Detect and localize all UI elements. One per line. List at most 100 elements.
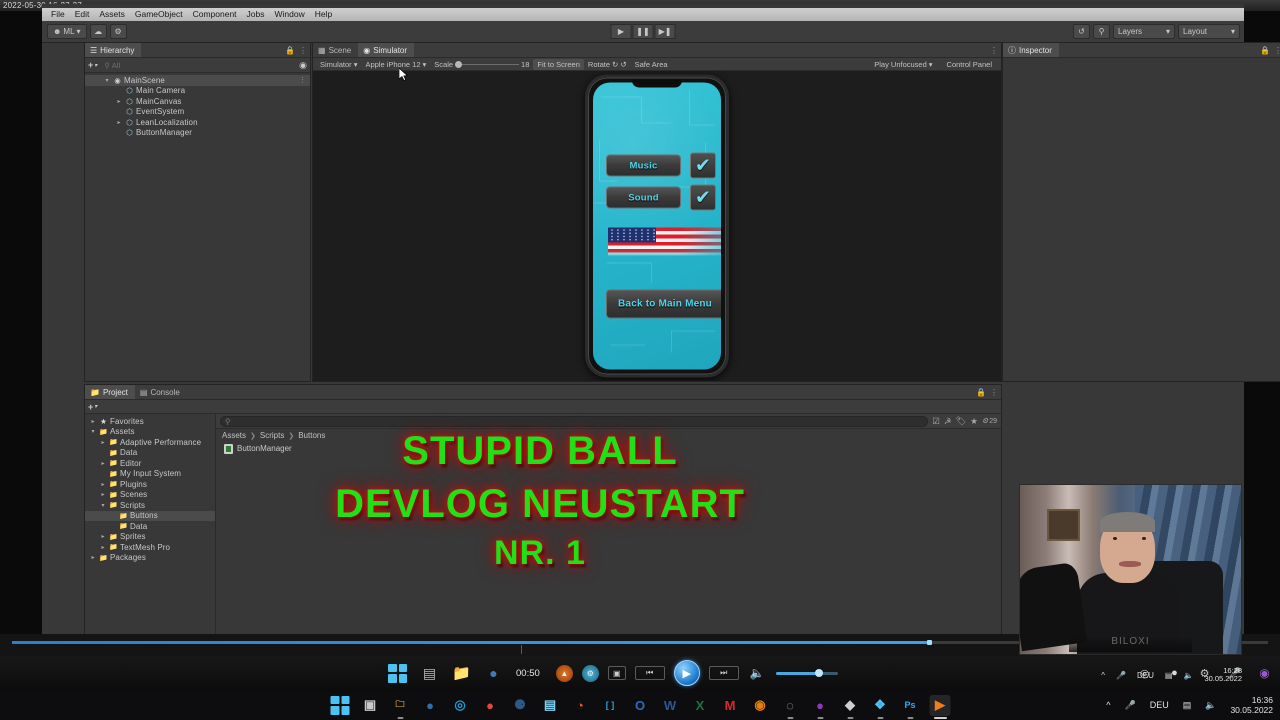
tree-row[interactable]: ▸ ⬡ MainCanvas	[85, 96, 310, 107]
photoshop-button[interactable]: Ps	[900, 695, 921, 719]
packages-filter-icon[interactable]: ☑	[932, 416, 940, 427]
previous-track-icon[interactable]: ⏮	[634, 666, 665, 680]
settings-gear-icon[interactable]: ⚙	[581, 664, 599, 682]
zoom-slider[interactable]: ⚙ 29	[982, 417, 997, 426]
start-button[interactable]	[330, 695, 351, 716]
menu-window[interactable]: Window	[270, 8, 310, 21]
tree-row[interactable]: ▸ 📁 Sprites	[85, 532, 215, 543]
task-view-button[interactable]: ▣	[360, 695, 381, 716]
safe-area-toggle[interactable]: Safe Area	[631, 60, 672, 69]
pause-button[interactable]: ❚❚	[632, 24, 654, 39]
tree-row[interactable]: ⬡ ButtonManager	[85, 128, 310, 139]
origin-button[interactable]: ◔	[570, 695, 591, 716]
outlook-button[interactable]: O	[630, 695, 651, 716]
tree-row[interactable]: 📁 Data	[85, 521, 215, 532]
tree-row[interactable]: ▾ ◉ MainScene ⋮	[85, 75, 310, 86]
disclosure-triangle-icon[interactable]: ▸	[99, 533, 107, 540]
tab-hierarchy[interactable]: ☰ Hierarchy	[85, 43, 142, 57]
tray-language[interactable]: DEU	[1137, 671, 1154, 680]
undo-history-button[interactable]: ↺	[1073, 24, 1090, 39]
hierarchy-search-input[interactable]: ⚲ All	[100, 59, 297, 71]
tab-project[interactable]: 📁 Project	[85, 385, 135, 399]
volume-slider[interactable]	[775, 668, 838, 677]
tab-console[interactable]: ▤ Console	[134, 385, 187, 399]
microphone-icon[interactable]: 🎤	[1116, 671, 1126, 680]
disclosure-triangle-icon[interactable]: ▾	[99, 502, 107, 509]
scale-slider[interactable]	[455, 60, 520, 68]
display-icon[interactable]: ▤	[1183, 700, 1192, 711]
github-icon[interactable]: ◉	[1255, 664, 1274, 683]
media-disc-icon[interactable]: ●	[484, 664, 503, 683]
tree-row[interactable]: ▸ 📁 TextMesh Pro	[85, 542, 215, 553]
breadcrumb-buttons[interactable]: Buttons	[298, 431, 325, 440]
next-track-icon[interactable]: ⏭	[708, 666, 739, 680]
tray-language[interactable]: DEU	[1150, 700, 1169, 710]
windows-start-icon[interactable]	[388, 663, 407, 683]
tree-row[interactable]: ▸ 📁 Plugins	[85, 479, 215, 490]
scale-control[interactable]: Scale 18	[430, 60, 533, 69]
vlc-cone-icon[interactable]: ▲	[555, 664, 573, 682]
rotate-ccw-icon[interactable]: ↻	[612, 60, 618, 69]
disclosure-triangle-icon[interactable]: ▸	[115, 119, 123, 126]
menu-file[interactable]: File	[46, 8, 70, 21]
kebab-menu-icon[interactable]: ⋮	[990, 46, 998, 55]
tree-row[interactable]: 📁 My Input System	[85, 469, 215, 480]
menu-component[interactable]: Component	[188, 8, 242, 21]
simulator-mode-dropdown[interactable]: Simulator ▾	[316, 60, 361, 69]
media-player-button[interactable]: ●	[420, 695, 441, 716]
chevron-up-glyph[interactable]: ^	[1101, 671, 1105, 680]
excel-button[interactable]: X	[690, 695, 711, 716]
disclosure-triangle-icon[interactable]: ▸	[99, 491, 107, 498]
notepad-button[interactable]: ▤	[540, 695, 561, 716]
back-to-main-menu-button[interactable]: Back to Main Menu	[606, 289, 721, 319]
project-add-button[interactable]: + ▾	[88, 402, 97, 412]
tree-row[interactable]: ▸ 📁 Scenes	[85, 490, 215, 501]
menu-gameobject[interactable]: GameObject	[130, 8, 188, 21]
tab-simulator[interactable]: ◉ Simulator	[358, 43, 415, 57]
chevron-up-icon[interactable]: ^	[1106, 700, 1110, 710]
menu-edit[interactable]: Edit	[70, 8, 95, 21]
unity-editor-button[interactable]: ❖	[870, 695, 891, 719]
blender-button[interactable]: ◉	[750, 695, 771, 716]
disclosure-triangle-icon[interactable]: ▾	[89, 428, 97, 435]
progress-handle[interactable]	[926, 640, 932, 645]
global-search-button[interactable]: ⚲	[1093, 24, 1110, 39]
folder-icon[interactable]: 📁	[452, 664, 471, 683]
asset-type-filter-icon[interactable]: ☭	[944, 416, 952, 427]
tab-scene[interactable]: ▦ Scene	[313, 43, 359, 57]
breadcrumb-assets[interactable]: Assets	[222, 431, 246, 440]
word-button[interactable]: W	[660, 695, 681, 716]
music-checkbox[interactable]: ✔	[690, 152, 716, 179]
rotate-cw-icon[interactable]: ↺	[620, 60, 626, 69]
sound-checkbox[interactable]: ✔	[690, 184, 716, 211]
control-panel-button[interactable]: Control Panel	[943, 60, 996, 69]
cloud-button[interactable]: ☁	[89, 24, 107, 39]
kebab-menu-icon[interactable]: ⋮	[299, 46, 307, 55]
menu-jobs[interactable]: Jobs	[242, 8, 270, 21]
tree-row[interactable]: ▸ ★ Favorites	[85, 416, 215, 427]
network-icon[interactable]: ▤	[1165, 671, 1173, 680]
disclosure-triangle-icon[interactable]: ▸	[99, 439, 107, 446]
file-explorer-button[interactable]: 🗀	[390, 695, 411, 719]
volume-icon[interactable]: 🔈	[748, 664, 767, 683]
kebab-menu-icon[interactable]: ⋮	[299, 76, 306, 84]
recorded-clock[interactable]: 16:28 30.05.2022	[1204, 666, 1242, 684]
task-view-icon[interactable]: ▤	[420, 664, 439, 683]
speaker-icon[interactable]: 🔈	[1205, 700, 1216, 711]
tree-row[interactable]: ⬡ EventSystem	[85, 107, 310, 118]
play-mode-dropdown[interactable]: Play Unfocused ▾	[870, 60, 936, 69]
disclosure-triangle-icon[interactable]: ▸	[115, 98, 123, 105]
lock-icon[interactable]: 🔒	[1260, 46, 1270, 55]
tree-row[interactable]: ▸ ⬡ LeanLocalization	[85, 117, 310, 128]
layout-dropdown[interactable]: Layout ▾	[1178, 24, 1240, 39]
kebab-menu-icon[interactable]: ⋮	[990, 388, 998, 397]
simulator-canvas[interactable]: Music ✔ Sound ✔ Back to Main Menu	[313, 71, 1001, 381]
menu-assets[interactable]: Assets	[94, 8, 130, 21]
fit-to-screen-button[interactable]: Fit to Screen	[533, 58, 584, 70]
disclosure-triangle-icon[interactable]: ▸	[89, 554, 97, 561]
account-dropdown[interactable]: ☻ ML ▾	[47, 24, 87, 39]
favorites-filter-icon[interactable]: ★	[970, 416, 978, 427]
menu-help[interactable]: Help	[310, 8, 337, 21]
music-button[interactable]: Music	[606, 154, 681, 177]
video-player-button[interactable]: ▶	[929, 694, 951, 719]
